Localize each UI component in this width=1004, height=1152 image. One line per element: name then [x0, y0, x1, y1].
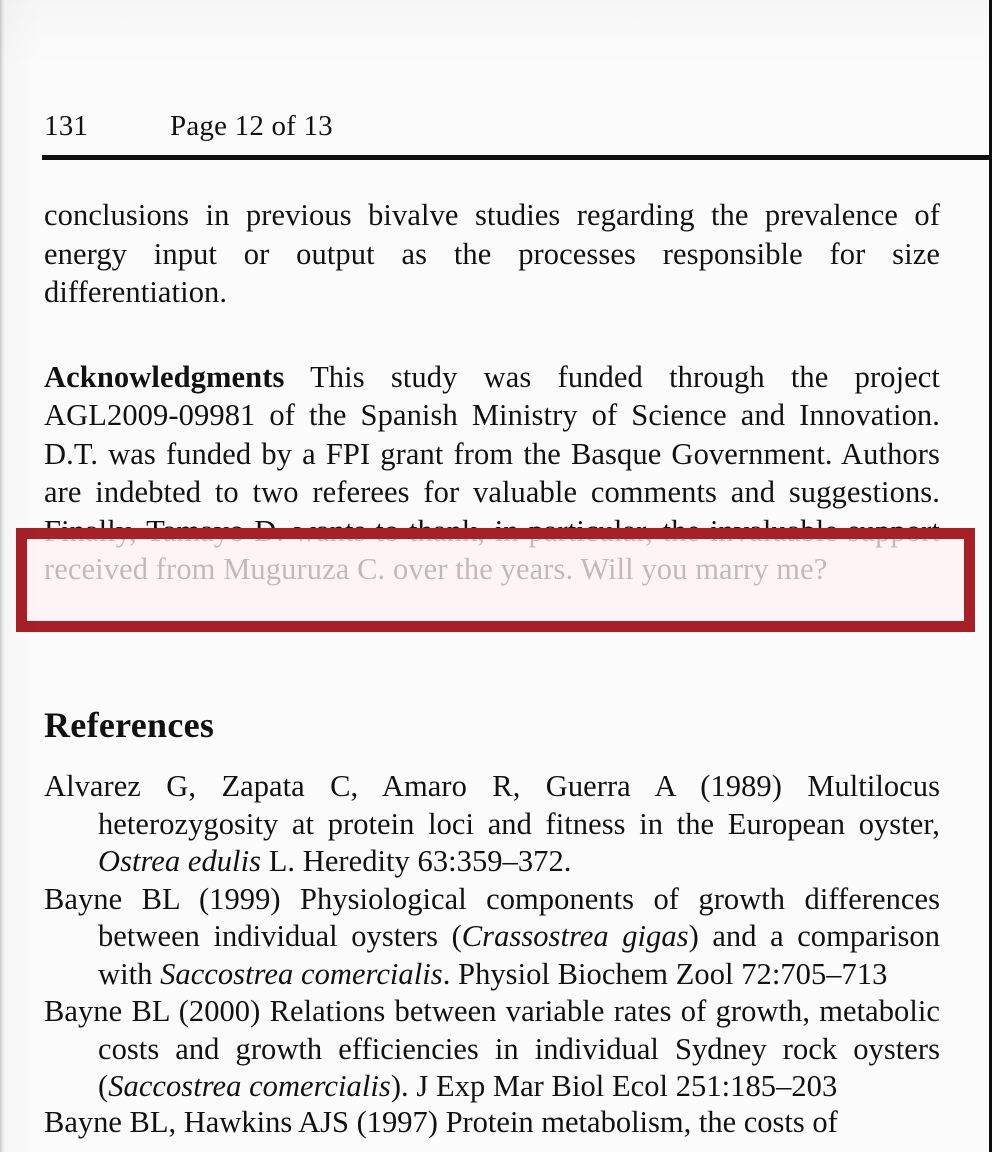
- scanned-journal-page: 131 Page 12 of 13 conclusions in previous…: [0, 0, 1004, 1152]
- reference-entry: Bayne BL (2000) Relations between variab…: [44, 993, 940, 1106]
- reference-entry-clipped: Bayne BL, Hawkins AJS (1997) Protein met…: [44, 1104, 940, 1152]
- reference-species-name: Ostrea edulis: [98, 844, 262, 878]
- text-column: conclusions in previous bivalve studies …: [44, 196, 940, 589]
- reference-clipped-text: Bayne BL, Hawkins AJS (1997) Protein met…: [44, 1105, 838, 1139]
- running-head: 131 Page 12 of 13: [44, 107, 644, 145]
- reference-species-name: Saccostrea comercialis: [108, 1069, 391, 1103]
- reference-entry: Bayne BL (1999) Physiological components…: [44, 881, 940, 994]
- reference-species-name: Crassostrea gigas: [461, 919, 689, 953]
- page-right-gutter: [992, 0, 1004, 1152]
- reference-text-pre: Alvarez G, Zapata C, Amaro R, Guerra A (…: [44, 769, 940, 841]
- references-list: Alvarez G, Zapata C, Amaro R, Guerra A (…: [44, 768, 940, 1106]
- reference-text-mid: L. Heredity 63:359–372.: [261, 844, 572, 878]
- running-head-rule: [42, 155, 991, 160]
- reference-text-mid: ). J Exp Mar Biol Ecol 251:185–203: [390, 1069, 838, 1103]
- conclusions-paragraph: conclusions in previous bivalve studies …: [44, 198, 940, 309]
- page-left-scan-edge: [0, 0, 5, 1152]
- reference-entry: Alvarez G, Zapata C, Amaro R, Guerra A (…: [44, 768, 940, 881]
- page-folio-number: 131: [44, 110, 89, 142]
- reference-species-name-2: Saccostrea comercialis: [160, 956, 443, 991]
- acknowledgments-label: Acknowledgments: [44, 359, 285, 394]
- acknowledgments-paragraph: Acknowledgments This study was funded th…: [44, 358, 940, 589]
- page-of-label: Page 12 of 13: [170, 110, 333, 142]
- reference-text-post: . Physiol Biochem Zool 72:705–713: [442, 956, 888, 991]
- references-heading: References: [44, 704, 215, 745]
